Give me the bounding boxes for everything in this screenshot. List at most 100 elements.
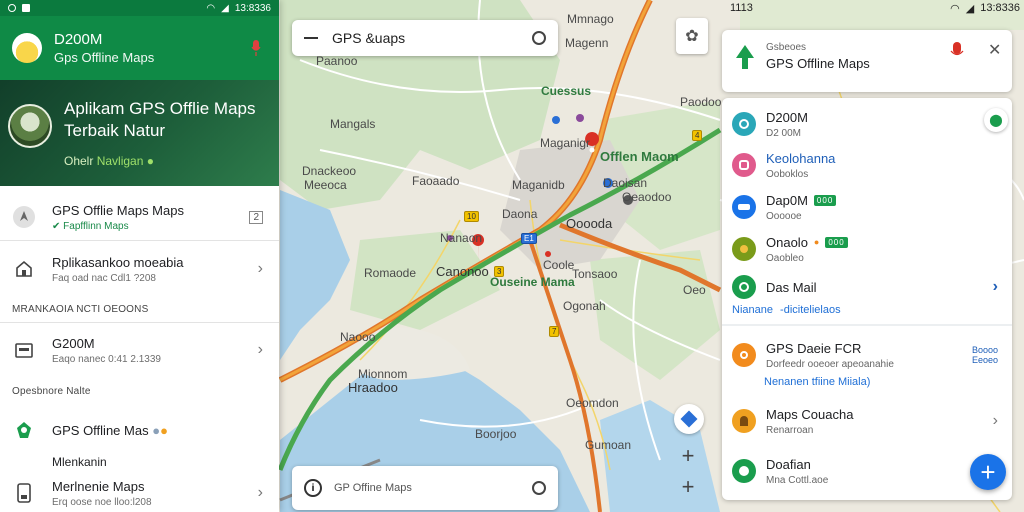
drawer-item-title: GPS Offlie Maps Maps bbox=[52, 202, 184, 218]
bottom-search-input[interactable]: GP Offine Maps bbox=[334, 482, 532, 494]
badge-icon: ● bbox=[160, 422, 168, 438]
status-battery: 13:8336 bbox=[980, 2, 1020, 14]
list-item-title: D200M bbox=[766, 109, 808, 125]
gps-icon bbox=[732, 343, 756, 367]
more-link[interactable]: Nianane -dicitelielaos bbox=[732, 304, 841, 316]
add-fab-button[interactable]: + bbox=[970, 454, 1006, 490]
badge-icon: ● bbox=[813, 237, 820, 247]
map-label: Dnackeoo bbox=[302, 164, 357, 178]
list-link[interactable]: Nenanen tfiine Miiala) bbox=[764, 376, 870, 388]
drawer-item-maps[interactable]: Merlnenie Maps Erq oose noe lloo:l208 › bbox=[0, 478, 279, 508]
map-label: Daona bbox=[502, 207, 538, 221]
map-label: Daoisan bbox=[603, 176, 648, 190]
divider bbox=[722, 324, 1012, 326]
list-item[interactable]: Keolohanna Ooboklos bbox=[722, 148, 1012, 182]
microphone-icon[interactable] bbox=[950, 42, 964, 62]
app-header: D200M Gps Offline Maps bbox=[0, 16, 279, 80]
car-icon bbox=[732, 195, 756, 219]
top-status-bar: 1113 ◠ ◢ 13:8336 bbox=[730, 2, 1020, 15]
chevron-right-icon: › bbox=[992, 412, 998, 429]
more-link-b: -dicitelielaos bbox=[780, 304, 841, 316]
locate-button[interactable]: ⬤ bbox=[984, 108, 1008, 132]
map-label: Oeomdon bbox=[566, 396, 619, 410]
list-item[interactable]: Onaolo ● 000 Oaobleo bbox=[722, 232, 1012, 266]
plus-icon: + bbox=[980, 457, 996, 487]
map-label: Offlen Maom bbox=[600, 149, 679, 164]
map-icon bbox=[12, 418, 36, 442]
drawer-item-title: Rplikasankoo moeabia bbox=[52, 254, 184, 270]
status-time: 1113 bbox=[730, 2, 753, 14]
list-item-subtitle: Renarroan bbox=[766, 424, 814, 436]
status-time: 13:8336 bbox=[234, 2, 271, 14]
drawer-item-subtitle: ✔ Fapfflinn Maps bbox=[52, 221, 184, 232]
list-item-title-text: Onaolo bbox=[766, 234, 808, 250]
zoom-in-icon[interactable]: + bbox=[682, 443, 695, 469]
location-icon bbox=[12, 205, 36, 229]
list-item[interactable]: GPS Daeie FCR Dorfeedr ooeoer apeoanahie … bbox=[722, 338, 1012, 372]
list-item[interactable]: Dap0M 000 Oooooe bbox=[722, 190, 1012, 224]
road-badge: E1 bbox=[521, 233, 537, 244]
search-input[interactable]: GPS &uaps bbox=[332, 30, 532, 46]
signal-icon: ◢ bbox=[221, 2, 229, 14]
drawer-item-mlenkanin[interactable]: Mlenkanin bbox=[0, 452, 279, 472]
map-label: Magenn bbox=[565, 36, 609, 50]
compass-icon bbox=[680, 410, 698, 428]
map-label: Cuessus bbox=[541, 84, 592, 98]
layers-button[interactable]: ✿ bbox=[676, 18, 708, 54]
list-item-title: GPS Daeie FCR bbox=[766, 340, 862, 356]
check-icon: ✔ bbox=[52, 220, 61, 232]
list-item-subtitle: Oooooe bbox=[766, 210, 802, 222]
header-subtitle: Gps Offline Maps bbox=[54, 50, 155, 65]
bottom-search-bar[interactable]: i GP Offine Maps bbox=[292, 466, 558, 510]
map-label: Gumoan bbox=[585, 438, 632, 452]
compass-button[interactable] bbox=[674, 404, 704, 434]
section-header: MRANKAOIA NCTI OEOONS bbox=[12, 304, 149, 315]
map-label: Coole bbox=[543, 258, 575, 272]
list-item-meta: Boooo Eeoeo bbox=[972, 345, 998, 365]
road-badge: 10 bbox=[464, 211, 479, 222]
drawer-item-gps-offline[interactable]: GPS Offline Mas ●● bbox=[0, 416, 279, 444]
place-card[interactable]: Gsbeoes GPS Offline Maps ✕ bbox=[722, 30, 1012, 92]
drawer-item-badge: 2 bbox=[249, 210, 263, 224]
search-icon[interactable] bbox=[532, 481, 546, 495]
promo-banner[interactable]: Aplikam GPS Offlie Maps Terbaik Natur Oh… bbox=[0, 80, 279, 186]
list-item[interactable]: Doafian Mna Cottl.aoe bbox=[722, 454, 1012, 488]
app-logo-icon bbox=[12, 33, 42, 63]
chevron-right-icon: › bbox=[257, 260, 263, 277]
map-label: Paodoo bbox=[680, 95, 722, 109]
list-item[interactable]: Das Mail › bbox=[722, 272, 1012, 302]
menu-icon[interactable] bbox=[304, 37, 318, 39]
search-icon[interactable] bbox=[532, 31, 546, 45]
list-item-subtitle: D2 00M bbox=[766, 127, 802, 139]
person-icon bbox=[732, 409, 756, 433]
map-label: Mmnago bbox=[567, 12, 614, 26]
notification-icon bbox=[22, 4, 30, 12]
banner-image bbox=[8, 104, 52, 148]
search-bar[interactable]: GPS &uaps bbox=[292, 20, 558, 56]
side-drawer: ◠ ◢ 13:8336 D200M Gps Offline Maps Aplik… bbox=[0, 0, 279, 512]
drawer-item-app[interactable]: Rplikasankoo moeabia Faq oad nac Cdl1 ?2… bbox=[0, 248, 279, 290]
zoom-out-icon[interactable]: + bbox=[682, 474, 695, 500]
drawer-item-g200m[interactable]: G200M Eaqo nanec 0:41 2.1339 › bbox=[0, 330, 279, 370]
drawer-item-offline-maps[interactable]: GPS Offlie Maps Maps ✔ Fapfflinn Maps 2 bbox=[0, 196, 279, 238]
list-item[interactable]: Maps Couacha Renarroan › bbox=[722, 404, 1012, 438]
info-icon[interactable]: i bbox=[304, 479, 322, 497]
blank-icon bbox=[12, 450, 36, 474]
status-bar: ◠ ◢ 13:8336 bbox=[0, 0, 279, 16]
map-label: Oeo bbox=[683, 283, 706, 297]
shield-icon: ● bbox=[146, 154, 154, 168]
chevron-right-icon: › bbox=[992, 278, 998, 295]
divider bbox=[0, 240, 279, 241]
list-item-title: Das Mail bbox=[766, 279, 817, 295]
close-icon[interactable]: ✕ bbox=[988, 40, 1001, 60]
map-label: Nanaon bbox=[440, 231, 483, 245]
status-badge: 000 bbox=[813, 194, 837, 206]
list-item[interactable]: D200M D2 00M bbox=[722, 108, 1012, 140]
microphone-icon[interactable] bbox=[251, 40, 261, 56]
list-item-title: Doafian bbox=[766, 456, 811, 472]
globe-icon bbox=[732, 459, 756, 483]
list-item-subtitle: Oaobleo bbox=[766, 252, 804, 264]
road-badge: 7 bbox=[549, 326, 560, 337]
list-item-meta-1: Boooo bbox=[971, 345, 998, 355]
status-icons: ◠ ◢ 13:8336 bbox=[950, 2, 1020, 15]
